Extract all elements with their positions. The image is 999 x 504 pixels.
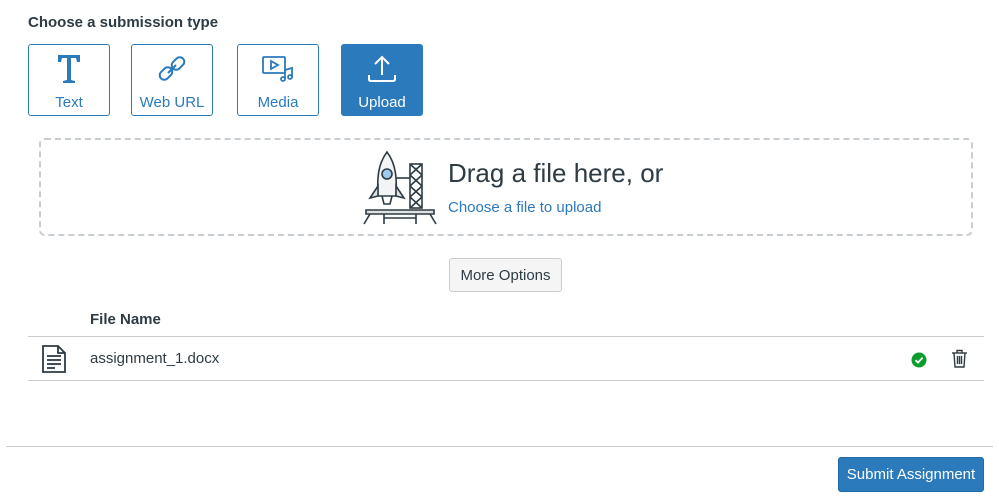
table-header-divider [28, 336, 984, 337]
footer-divider [6, 446, 993, 447]
submission-type-text-button[interactable]: Text [28, 44, 110, 116]
file-name: assignment_1.docx [90, 350, 220, 367]
more-options-button[interactable]: More Options [449, 258, 562, 292]
submission-type-media-button[interactable]: Media [237, 44, 319, 116]
table-row-divider [28, 380, 984, 381]
text-icon [29, 51, 109, 87]
submit-assignment-button[interactable]: Submit Assignment [838, 457, 984, 492]
upload-icon [342, 51, 422, 87]
submission-type-upload-button[interactable]: Upload [341, 44, 423, 116]
submission-type-label: Web URL [139, 94, 205, 111]
rocket-launch-icon [363, 150, 437, 225]
choose-file-link[interactable]: Choose a file to upload [448, 199, 601, 216]
file-drop-zone[interactable]: Drag a file here, or Choose a file to up… [39, 138, 973, 236]
trash-icon[interactable] [951, 349, 968, 368]
submission-type-heading: Choose a submission type [28, 14, 219, 31]
complete-check-icon [911, 352, 927, 368]
document-icon [42, 345, 66, 373]
media-icon [238, 51, 318, 87]
submission-type-label: Text [55, 94, 83, 111]
drop-zone-title: Drag a file here, or [448, 158, 664, 188]
link-icon [132, 51, 212, 87]
submission-type-web-url-button[interactable]: Web URL [131, 44, 213, 116]
file-name-column-header: File Name [90, 311, 161, 328]
submission-type-label: Upload [358, 94, 406, 111]
submission-type-label: Media [257, 94, 299, 111]
